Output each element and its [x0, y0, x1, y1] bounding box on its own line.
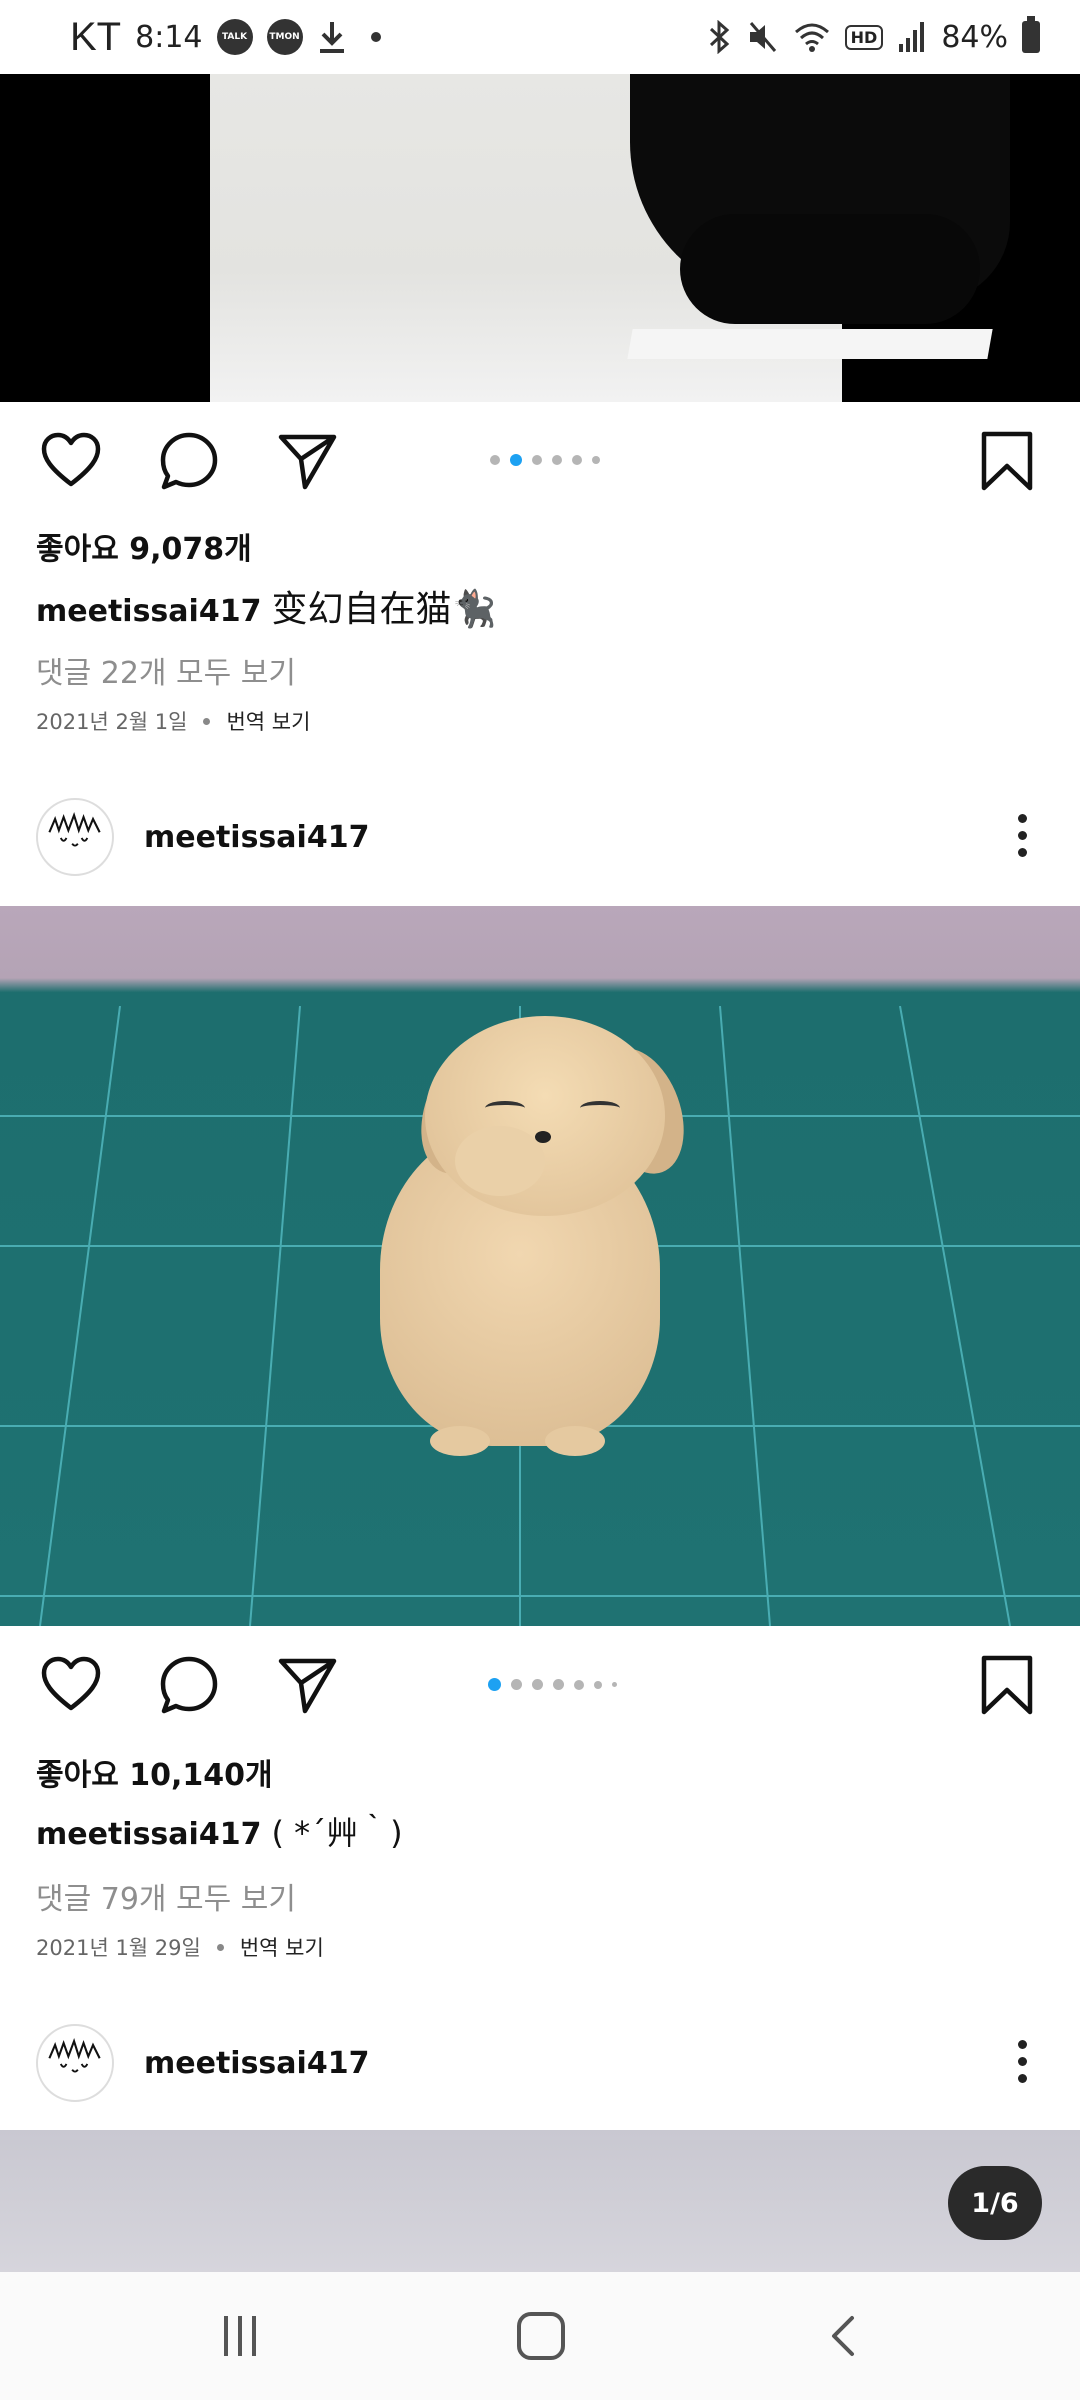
post-date: 2021년 1월 29일	[36, 1936, 201, 1960]
carousel-dots	[490, 454, 600, 466]
signal-icon	[897, 20, 927, 54]
carousel-dot	[490, 455, 500, 465]
separator-dot	[203, 717, 211, 725]
send-icon[interactable]	[276, 430, 338, 492]
dog-paw-shape	[455, 1126, 545, 1196]
carrier-label: KT	[70, 14, 122, 59]
carousel-dot	[532, 1679, 543, 1690]
post-meta: 2021년 2월 1일 번역 보기	[36, 706, 310, 736]
bluetooth-icon	[707, 19, 733, 55]
dog-head-shape	[425, 1016, 665, 1216]
post-caption: meetissai417 ( *´艸｀)	[36, 1808, 403, 1854]
translate-link[interactable]: 번역 보기	[240, 1932, 324, 1962]
status-bar: KT 8:14 TALK TMON HD 84%	[0, 0, 1080, 74]
dog-eye-shape	[485, 1101, 525, 1115]
avatar[interactable]	[36, 798, 114, 876]
caption-text: ( *´艸｀)	[271, 1814, 403, 1852]
post-image-dog-figurine[interactable]	[0, 906, 1080, 1626]
carousel-dot	[594, 1680, 602, 1689]
translate-link[interactable]: 번역 보기	[226, 706, 310, 736]
dog-foot-shape	[430, 1426, 490, 1456]
post-meta: 2021년 1월 29일 번역 보기	[36, 1932, 324, 1962]
post-username[interactable]: meetissai417	[144, 820, 369, 855]
download-icon	[317, 20, 347, 54]
tmon-notification-icon: TMON	[266, 19, 303, 55]
bookmark-icon[interactable]	[976, 430, 1038, 492]
status-left: KT 8:14 TALK TMON	[70, 15, 381, 60]
heart-icon[interactable]	[40, 1654, 102, 1716]
battery-percent: 84%	[941, 19, 1008, 55]
carousel-dot	[592, 456, 600, 464]
caption-username[interactable]: meetissai417	[36, 1817, 261, 1852]
paper-shape	[627, 329, 993, 359]
carousel-dot	[574, 1679, 584, 1690]
carousel-dot	[511, 1679, 522, 1690]
comment-icon[interactable]	[158, 430, 220, 492]
post-actions	[0, 402, 1080, 518]
hd-voice-icon: HD	[844, 24, 884, 50]
post-image[interactable]	[0, 2130, 1080, 2272]
avatar[interactable]	[36, 2024, 114, 2102]
back-icon[interactable]	[820, 2312, 868, 2360]
post-header: meetissai417	[0, 2010, 1080, 2114]
kakaotalk-notification-icon: TALK	[216, 19, 253, 55]
heart-icon[interactable]	[40, 430, 102, 492]
comment-icon[interactable]	[158, 1654, 220, 1716]
dog-foot-shape	[545, 1426, 605, 1456]
dog-eye-shape	[580, 1101, 620, 1115]
recents-icon[interactable]	[216, 2312, 264, 2360]
post-username[interactable]: meetissai417	[144, 2046, 369, 2081]
carousel-dots	[488, 1678, 617, 1691]
mute-icon	[747, 20, 779, 54]
image-page-indicator: 1/6	[948, 2166, 1042, 2240]
carousel-dot	[552, 455, 562, 465]
post-photo	[210, 74, 1010, 402]
battery-icon	[1022, 16, 1040, 53]
more-options-icon[interactable]	[1006, 2036, 1038, 2088]
home-icon[interactable]	[517, 2312, 565, 2360]
post-date: 2021년 2월 1일	[36, 710, 188, 734]
view-comments-link[interactable]: 댓글 22개 모두 보기	[36, 648, 296, 692]
carousel-dot	[532, 455, 542, 465]
send-icon[interactable]	[276, 1654, 338, 1716]
separator-dot	[216, 1943, 224, 1951]
caption-username[interactable]: meetissai417	[36, 594, 261, 629]
carousel-dot	[553, 1679, 564, 1690]
post-header: meetissai417	[0, 784, 1080, 888]
wifi-icon	[793, 20, 831, 54]
system-nav-bar	[0, 2272, 1080, 2400]
post-image-cat[interactable]	[0, 74, 1080, 402]
view-comments-link[interactable]: 댓글 79개 모두 보기	[36, 1874, 296, 1918]
carousel-dot	[612, 1682, 617, 1687]
post-actions	[0, 1626, 1080, 1742]
post-caption: meetissai417 变幻自在猫🐈‍⬛	[36, 580, 496, 632]
carousel-dot-active	[488, 1678, 501, 1691]
carousel-dot-active	[510, 454, 522, 466]
more-notifications-dot	[370, 32, 381, 42]
cat-leg-shape	[680, 214, 980, 324]
likes-count[interactable]: 좋아요 9,078개	[36, 524, 252, 568]
more-options-icon[interactable]	[1006, 810, 1038, 862]
carousel-dot	[572, 455, 582, 465]
likes-count[interactable]: 좋아요 10,140개	[36, 1750, 273, 1794]
bookmark-icon[interactable]	[976, 1654, 1038, 1716]
status-right: HD 84%	[707, 16, 1040, 55]
clock: 8:14	[135, 19, 203, 55]
caption-text: 变幻自在猫🐈‍⬛	[271, 589, 497, 630]
